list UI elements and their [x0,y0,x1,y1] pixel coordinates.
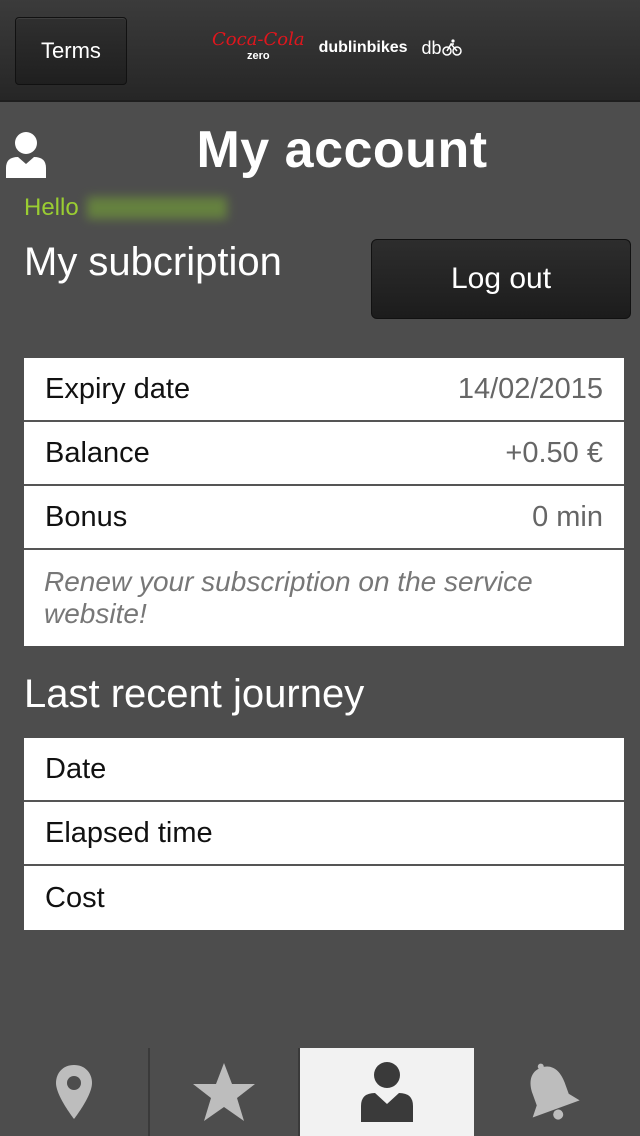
tab-favorites[interactable] [148,1048,298,1136]
journey-card: Date Elapsed time Cost [24,738,624,930]
top-bar: Terms Coca-Cola zero dublinbikes db [0,0,640,102]
tab-alerts[interactable] [474,1048,626,1136]
row-label: Expiry date [45,372,191,405]
row-label: Date [45,752,107,785]
coke-text: Coca-Cola [212,29,305,50]
subscription-row-expiry: Expiry date 14/02/2015 [24,358,624,422]
tab-bar [0,1048,640,1136]
row-label: Bonus [45,500,128,533]
greeting: Hello [24,194,227,222]
star-icon [193,1063,255,1121]
journey-row-elapsed-time: Elapsed time [24,802,624,866]
renew-note: Renew your subscription on the service w… [44,566,533,629]
subscription-row-balance: Balance +0.50 € [24,422,624,486]
user-icon [361,1062,413,1122]
db-bike-logo: db [422,38,462,59]
brand-logos: Coca-Cola zero dublinbikes db [212,30,462,66]
blurred-username [86,197,227,219]
row-label: Elapsed time [45,816,213,849]
row-value: 0 min [532,500,603,533]
tab-map[interactable] [0,1048,148,1136]
row-value: +0.50 € [505,436,603,469]
row-label: Cost [45,881,105,914]
subscription-heading: My subcription [24,240,282,284]
bicycle-icon [441,39,462,56]
coke-zero-text: zero [246,50,270,62]
subscription-row-bonus: Bonus 0 min [24,486,624,550]
page-title: My account [196,121,488,179]
journey-row-date: Date [24,738,624,802]
coca-cola-zero-logo: Coca-Cola zero [212,29,305,64]
dublinbikes-logo: dublinbikes [318,39,408,56]
tab-account[interactable] [298,1048,474,1136]
journey-row-cost: Cost [24,866,624,930]
db-text: db [421,37,442,58]
bell-icon [530,1063,580,1120]
hello-label: Hello [24,194,79,221]
row-label: Balance [45,436,150,469]
logout-button[interactable]: Log out [371,239,631,319]
map-pin-icon [56,1065,92,1119]
subscription-card: Expiry date 14/02/2015 Balance +0.50 € B… [24,358,624,646]
journey-heading: Last recent journey [24,672,365,716]
terms-button[interactable]: Terms [15,17,127,85]
subscription-note-row: Renew your subscription on the service w… [24,550,624,646]
row-value: 14/02/2015 [457,372,603,405]
